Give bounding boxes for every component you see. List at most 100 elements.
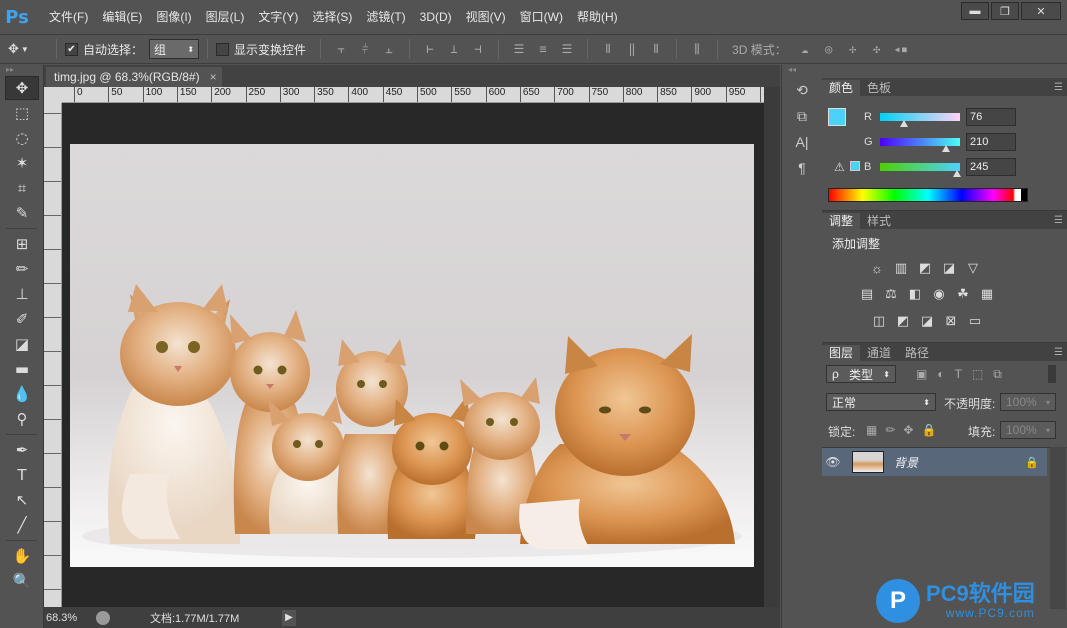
blue-slider[interactable] (880, 163, 961, 177)
visibility-eye-icon[interactable]: 👁 (822, 455, 844, 469)
adjustment-2-4-icon[interactable]: ☘ (954, 285, 972, 303)
healing-brush-tool-icon[interactable]: ⊞ (5, 232, 39, 256)
foreground-color-swatch[interactable] (828, 108, 846, 126)
document-image[interactable] (70, 144, 754, 567)
panel-menu-icon[interactable]: ☰ (1054, 345, 1067, 361)
horizontal-ruler[interactable]: 0 50 100 150 200 250 300 350 400 450 500 550 600 650 7… (62, 87, 764, 103)
menu-item-9[interactable]: 窗口(W) (513, 0, 570, 34)
document-tab[interactable]: timg.jpg @ 68.3%(RGB/8#) × (46, 67, 222, 87)
tab-styles[interactable]: 样式 (860, 213, 898, 229)
vertical-scrollbar[interactable] (764, 87, 780, 607)
adjustment-2-1-icon[interactable]: ⚖ (882, 285, 900, 303)
fill-field[interactable]: 100% ▾ (1000, 421, 1056, 439)
magic-wand-tool-icon[interactable]: ✶ (5, 151, 39, 175)
adjustment-2-0-icon[interactable]: ▤ (858, 285, 876, 303)
distribute-hcenter-icon[interactable]: ‖ (623, 40, 641, 58)
3d-pan-icon[interactable]: ✢ (844, 40, 862, 58)
red-value[interactable]: 76 (966, 108, 1016, 126)
menu-item-4[interactable]: 文字(Y) (251, 0, 305, 34)
lasso-tool-icon[interactable]: ◌ (5, 126, 39, 150)
color-spectrum-bar[interactable] (828, 188, 1028, 202)
panel-menu-icon[interactable]: ☰ (1054, 213, 1067, 229)
green-slider-thumb[interactable] (941, 145, 950, 152)
layer-row-background[interactable]: 👁 背景 🔒 (822, 448, 1047, 476)
history-panel-icon[interactable]: ⟲ (787, 79, 817, 101)
adjustment-3-3-icon[interactable]: ⊠ (942, 312, 960, 330)
distribute-vcenter-icon[interactable]: ≡ (534, 40, 552, 58)
adjustment-1-1-icon[interactable]: ▥ (892, 259, 910, 277)
adjustment-1-2-icon[interactable]: ◩ (916, 259, 934, 277)
auto-select-checkbox[interactable]: ✔ (65, 42, 78, 56)
lock-position-icon[interactable]: ✥ (903, 423, 913, 437)
smart-filter-icon[interactable]: ⧉ (993, 367, 1002, 382)
distribute-right-icon[interactable]: ⫴ (647, 40, 665, 58)
red-slider-thumb[interactable] (900, 120, 908, 127)
3d-orbit-icon[interactable]: ☁ (796, 40, 814, 58)
blue-slider-thumb[interactable] (952, 170, 961, 177)
lock-pixels-icon[interactable]: ✏ (885, 423, 895, 437)
menu-item-1[interactable]: 编辑(E) (95, 0, 149, 34)
tab-layers[interactable]: 图层 (822, 345, 861, 361)
distribute-left-icon[interactable]: ⫴ (599, 40, 617, 58)
eraser-tool-icon[interactable]: ◪ (5, 332, 39, 356)
shape-filter-icon[interactable]: ⬚ (972, 367, 983, 382)
adjustment-2-3-icon[interactable]: ◉ (930, 285, 948, 303)
blue-value[interactable]: 245 (966, 158, 1016, 176)
menu-item-5[interactable]: 选择(S) (305, 0, 359, 34)
filter-toggle[interactable] (1048, 365, 1056, 383)
close-button[interactable]: ✕ (1021, 2, 1061, 20)
adjustment-1-4-icon[interactable]: ▽ (964, 259, 982, 277)
stamp-tool-icon[interactable]: ⊥ (5, 282, 39, 306)
adjustment-2-2-icon[interactable]: ◧ (906, 285, 924, 303)
3d-roll-icon[interactable]: ◎ (820, 40, 838, 58)
panel-menu-icon[interactable]: ☰ (1054, 80, 1067, 96)
menu-item-6[interactable]: 滤镜(T) (359, 0, 412, 34)
zoom-level[interactable]: 68.3% (44, 612, 92, 624)
gamut-warning-icon[interactable]: ⚠ (834, 160, 845, 174)
opacity-field[interactable]: 100% ▾ (1000, 393, 1056, 411)
menu-item-0[interactable]: 文件(F) (42, 0, 95, 34)
menu-item-10[interactable]: 帮助(H) (570, 0, 625, 34)
dodge-tool-icon[interactable]: ⚲ (5, 407, 39, 431)
close-tab-icon[interactable]: × (210, 70, 217, 84)
adjustment-3-0-icon[interactable]: ◫ (870, 312, 888, 330)
character-panel-icon[interactable]: A| (787, 131, 817, 153)
show-transform-checkbox[interactable] (216, 42, 230, 56)
adjustment-3-4-icon[interactable]: ▭ (966, 312, 984, 330)
eyedropper-tool-icon[interactable]: ✎ (5, 201, 39, 225)
align-bottom-icon[interactable]: ⫠ (380, 40, 398, 58)
blur-tool-icon[interactable]: 💧 (5, 382, 39, 406)
layers-scrollbar[interactable] (1050, 447, 1066, 609)
gamut-swatch[interactable] (850, 161, 860, 171)
status-menu-arrow[interactable]: ▶ (282, 609, 296, 626)
hand-tool-icon[interactable]: ✋ (5, 544, 39, 568)
menu-item-2[interactable]: 图像(I) (149, 0, 198, 34)
paragraph-panel-icon[interactable]: ¶ (787, 157, 817, 179)
red-slider[interactable] (880, 113, 960, 127)
zoom-tool-icon[interactable]: 🔍 (5, 569, 39, 593)
panel-grip[interactable]: ◂◂ (782, 65, 821, 75)
3d-scale-icon[interactable]: ◂▪ (892, 40, 910, 58)
pixel-filter-icon[interactable]: ▣ (916, 367, 927, 382)
type-filter-icon[interactable]: T (955, 367, 962, 382)
document-profile-icon[interactable] (96, 610, 110, 625)
lock-transparent-icon[interactable]: ▦ (866, 423, 877, 437)
auto-select-target[interactable]: 组 ⬍ (149, 39, 200, 59)
pen-tool-icon[interactable]: ✒ (5, 438, 39, 462)
3d-panel-icon[interactable]: ⧉ (787, 105, 817, 127)
layer-name[interactable]: 背景 (894, 454, 918, 471)
lock-all-icon[interactable]: 🔒 (921, 423, 936, 437)
ruler-corner[interactable] (44, 87, 62, 103)
green-value[interactable]: 210 (966, 133, 1016, 151)
adjustment-1-3-icon[interactable]: ◪ (940, 259, 958, 277)
distribute-top-icon[interactable]: ☰ (510, 40, 528, 58)
menu-item-8[interactable]: 视图(V) (459, 0, 513, 34)
restore-button[interactable]: ❐ (991, 2, 1019, 20)
menu-item-7[interactable]: 3D(D) (413, 0, 459, 34)
adjustment-filter-icon[interactable]: ◐ (937, 367, 944, 382)
type-tool-icon[interactable]: T (5, 463, 39, 487)
vertical-ruler[interactable] (44, 103, 62, 607)
minimize-button[interactable]: ▬ (961, 2, 989, 20)
tab-color[interactable]: 颜色 (822, 80, 861, 96)
tab-paths[interactable]: 路径 (898, 345, 936, 361)
